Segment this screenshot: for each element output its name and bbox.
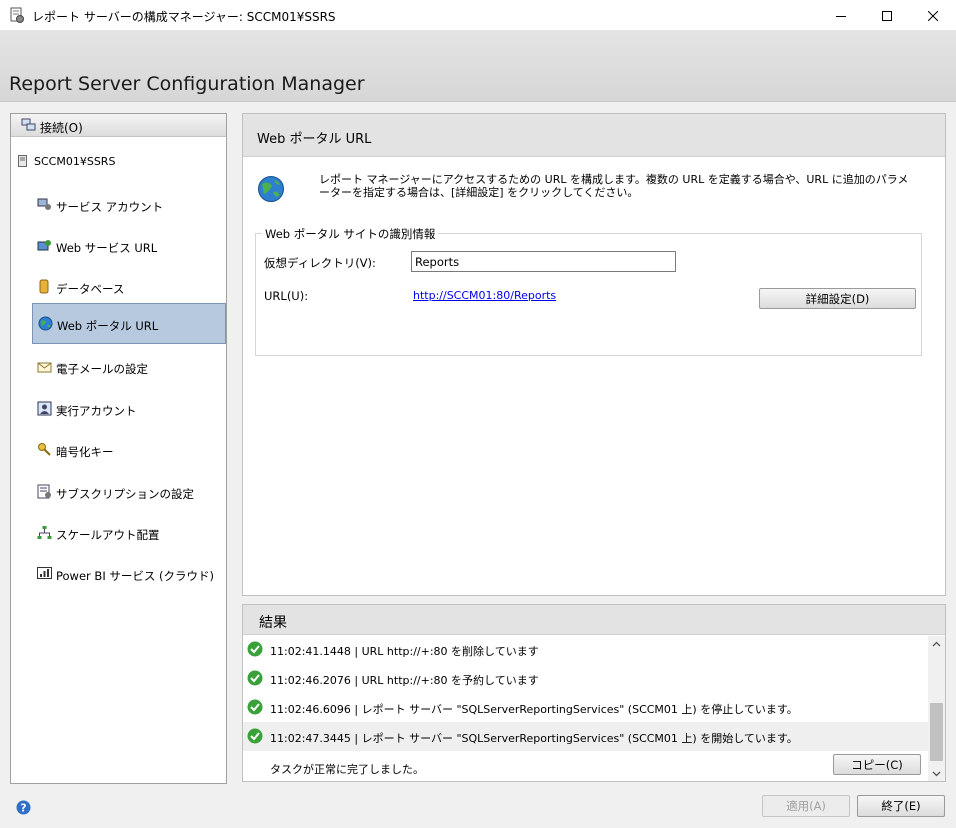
apply-button[interactable]: 適用(A) [762,795,850,817]
completion-message: タスクが正常に完了しました。 [270,763,424,776]
connect-button[interactable]: 接続(O) [11,114,226,137]
globe-icon [38,316,53,331]
content-panel: Web ポータル URL レポート マネージャーにアクセスするための URL を… [242,113,946,596]
subscription-icon [37,484,51,499]
sidebar-item-label: Power BI サービス (クラウド) [56,569,214,583]
virtual-directory-input[interactable] [411,251,676,272]
sidebar-item-web-service-url[interactable]: Web サービス URL [33,227,227,266]
result-row: 11:02:46.2076 | URL http://+:80 を予約しています [243,664,928,693]
result-row: 11:02:47.3445 | レポート サーバー "SQLServerRepo… [243,722,928,751]
sidebar-item-label: 電子メールの設定 [56,362,148,376]
chevron-up-icon [932,641,941,646]
app-icon [10,7,24,23]
sidebar-item-service-account[interactable]: サービス アカウント [33,186,227,225]
sidebar-item-label: スケールアウト配置 [56,528,160,542]
email-icon [37,362,52,373]
result-row: 11:02:46.6096 | レポート サーバー "SQLServerRepo… [243,693,928,722]
sidebar-item-email-settings[interactable]: 電子メールの設定 [33,348,227,387]
exit-button[interactable]: 終了(E) [857,795,945,817]
sidebar-item-label: データベース [56,282,125,296]
maximize-button[interactable] [864,0,910,31]
sidebar-item-scale-out[interactable]: スケールアウト配置 [33,514,227,553]
sidebar-item-web-portal-url[interactable]: Web ポータル URL [32,303,226,344]
copy-button[interactable]: コピー(C) [833,754,921,775]
results-title: 結果 [259,615,287,631]
sidebar-item-label: Web サービス URL [56,241,158,255]
chevron-down-icon [932,771,941,776]
advanced-button[interactable]: 詳細設定(D) [759,288,916,309]
success-check-icon [247,699,263,715]
execution-account-icon [37,401,52,416]
virtual-directory-label: 仮想ディレクトリ(V): [264,256,376,270]
minimize-button[interactable] [818,0,864,31]
result-text: 11:02:47.3445 | レポート サーバー "SQLServerRepo… [270,732,798,745]
title-bar: レポート サーバーの構成マネージャー: SCCM01¥SSRS [0,0,956,31]
app-title: Report Server Configuration Manager [9,73,365,95]
scroll-down-button[interactable] [928,766,945,781]
sidebar-item-label: Web ポータル URL [57,319,159,333]
key-icon [38,443,51,456]
result-text: 11:02:46.6096 | レポート サーバー "SQLServerRepo… [270,703,798,716]
identification-group: Web ポータル サイトの識別情報 仮想ディレクトリ(V): URL(U): h… [255,226,922,356]
service-account-icon [37,198,51,210]
connect-icon [21,118,36,131]
svg-text:?: ? [20,802,26,815]
maximize-icon [882,10,892,21]
scale-out-icon [37,526,52,539]
content-header: Web ポータル URL [243,114,945,157]
success-check-icon [247,670,263,686]
results-panel: 結果 11:02:41.1448 | URL http://+:80 を削除して… [242,604,946,782]
close-button[interactable] [910,0,956,31]
result-text: 11:02:41.1448 | URL http://+:80 を削除しています [270,645,539,658]
sidebar-item-label: サブスクリプションの設定 [56,487,194,501]
sidebar-item-subscription-settings[interactable]: サブスクリプションの設定 [33,473,227,512]
success-check-icon [247,641,263,657]
server-name: SCCM01¥SSRS [34,155,116,168]
sidebar-item-execution-account[interactable]: 実行アカウント [33,390,227,429]
power-bi-icon [37,567,52,579]
sidebar-item-power-bi[interactable]: Power BI サービス (クラウド) [33,555,227,594]
url-label: URL(U): [264,289,309,303]
sidebar-item-label: サービス アカウント [56,200,164,214]
close-icon [928,10,938,21]
sidebar-item-database[interactable]: データベース [33,268,227,307]
results-scrollbar[interactable] [928,636,945,781]
sidebar-item-label: 実行アカウント [56,404,137,418]
database-icon [39,279,49,294]
server-icon [18,155,27,167]
page-title: Web ポータル URL [257,132,372,147]
scroll-thumb[interactable] [930,703,943,761]
sidebar-item-label: 暗号化キー [56,445,114,459]
web-service-icon [37,240,51,251]
globe-icon [258,176,284,202]
result-row: 11:02:41.1448 | URL http://+:80 を削除しています [243,635,928,664]
group-label: Web ポータル サイトの識別情報 [262,226,439,242]
url-link[interactable]: http://SCCM01:80/Reports [413,289,556,302]
sidebar: 接続(O) SCCM01¥SSRS サービス アカウント Web サービス UR… [10,113,227,784]
scroll-up-button[interactable] [928,636,945,651]
results-header: 結果 [243,605,945,635]
connect-label: 接続(O) [40,121,83,135]
result-text: 11:02:46.2076 | URL http://+:80 を予約しています [270,674,539,687]
help-icon[interactable]: ? [16,800,31,815]
minimize-icon [836,15,846,17]
description-text: レポート マネージャーにアクセスするための URL を構成します。複数の URL… [319,173,909,199]
window-title: レポート サーバーの構成マネージャー: SCCM01¥SSRS [32,10,336,24]
sidebar-item-encryption-keys[interactable]: 暗号化キー [33,431,227,470]
app-header: Report Server Configuration Manager [0,31,956,102]
success-check-icon [247,728,263,744]
